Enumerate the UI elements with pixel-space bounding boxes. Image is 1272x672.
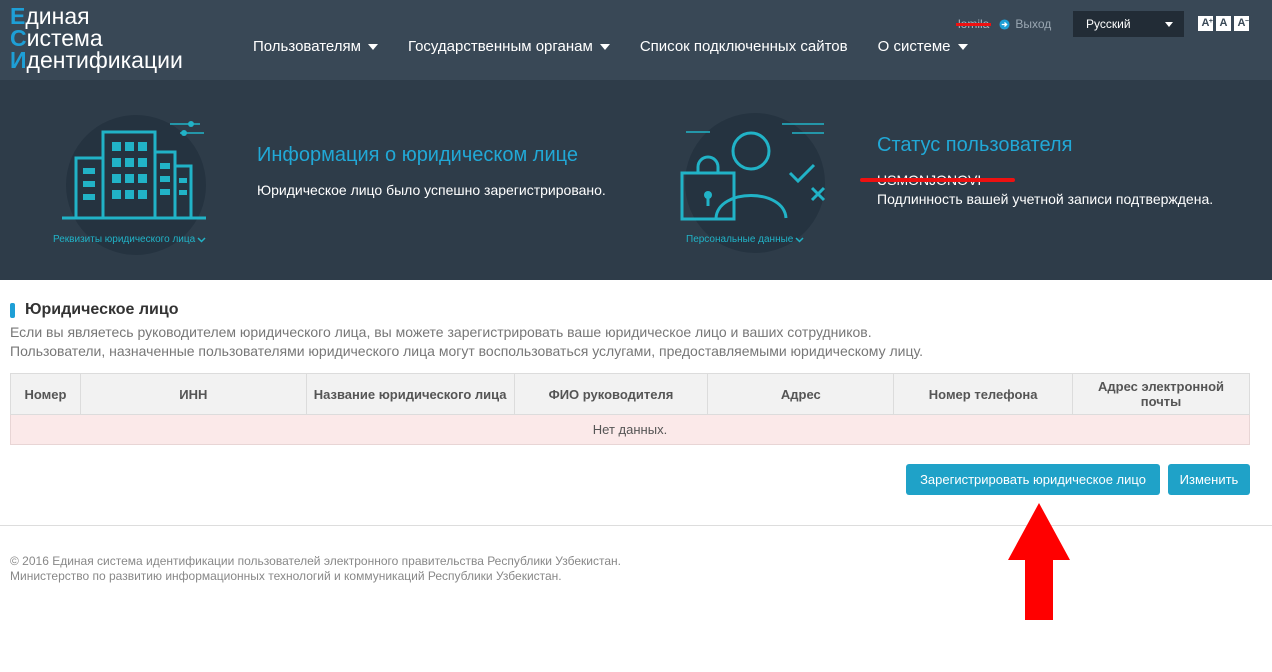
section-description: Пользователи, назначенные пользователями… [10, 343, 923, 359]
caret-down-icon [367, 44, 378, 50]
nav-item-users[interactable]: Пользователям [253, 38, 378, 55]
legal-details-label: Реквизиты юридического лица [53, 234, 196, 245]
caret-down-icon [1165, 22, 1173, 27]
column-header[interactable]: Номер [10, 373, 81, 415]
column-header[interactable]: Адрес электронной почты [1072, 373, 1250, 415]
building-icon [62, 121, 206, 220]
logout-label: Выход [1015, 17, 1052, 31]
font-button-sup: − [1244, 18, 1249, 25]
user-status-title: Статус пользователя [877, 134, 1073, 156]
column-header[interactable]: ИНН [79, 373, 307, 415]
font-button-label: A [1219, 17, 1228, 29]
table-row: Нет данных. [10, 414, 1250, 445]
column-header[interactable]: Номер телефона [893, 373, 1074, 415]
section-title: Юридическое лицо [25, 301, 179, 318]
register-legal-entity-button[interactable]: Зарегистрировать юридическое лицо [906, 464, 1160, 495]
footer-ministry: Министерство по развитию информационных … [10, 569, 562, 583]
nav-item-government[interactable]: Государственным органам [408, 38, 610, 55]
legal-info-text: Юридическое лицо было успешно зарегистри… [257, 182, 606, 198]
footer-copyright: © 2016 Единая система идентификации поль… [10, 554, 621, 568]
nav-item-label: О системе [877, 38, 951, 55]
annotation-arrow-icon [1008, 503, 1070, 620]
site-logo[interactable]: Единая Система Идентификации [10, 5, 183, 73]
empty-table-message: Нет данных. [10, 414, 1250, 445]
footer-divider [0, 525, 1272, 526]
person-verified-icon [680, 123, 826, 221]
legal-details-toggle[interactable]: Реквизиты юридического лица [53, 234, 206, 245]
nav-item-label: Государственным органам [407, 38, 593, 55]
username-link[interactable]: lomila [956, 17, 992, 31]
font-size-controls: A + A A − [1198, 16, 1249, 31]
column-header[interactable]: Название юридического лица [305, 373, 515, 415]
nav-item-connected-sites[interactable]: Список подключенных сайтов [640, 38, 848, 55]
legal-info-title: Информация о юридическом лице [257, 144, 578, 166]
font-button-sup: + [1208, 18, 1213, 25]
column-header[interactable]: Адрес [707, 373, 895, 415]
language-selected: Русский [1086, 17, 1131, 31]
font-increase-button[interactable]: A + [1198, 16, 1213, 31]
logo-letter: И [10, 47, 27, 73]
section-description: Если вы являетесь руководителем юридичес… [10, 324, 872, 340]
section-header: Юридическое лицо [10, 301, 179, 319]
legal-entities-table: Номер ИНН Название юридического лица ФИО… [10, 373, 1250, 445]
nav-item-label: Пользователям [253, 38, 361, 55]
chevron-down-icon [795, 236, 804, 243]
redaction-strike [956, 23, 992, 26]
logo-text: дентификации [26, 47, 183, 73]
font-normal-button[interactable]: A [1216, 16, 1231, 31]
user-area: lomila Выход [956, 16, 1051, 32]
redaction-strike [860, 178, 1015, 182]
column-header[interactable]: ФИО руководителя [513, 373, 709, 415]
nav-item-about[interactable]: О системе [878, 38, 968, 55]
nav-item-label: Список подключенных сайтов [639, 38, 848, 55]
logout-link[interactable]: Выход [999, 17, 1051, 31]
personal-data-toggle[interactable]: Персональные данные [686, 234, 804, 245]
font-decrease-button[interactable]: A − [1234, 16, 1249, 31]
caret-down-icon [599, 44, 610, 50]
main-nav: Пользователям Государственным органам Сп… [253, 38, 998, 55]
user-status-text: Подлинность вашей учетной записи подтвер… [877, 191, 1214, 207]
section-marker [10, 302, 15, 318]
table-header-row: Номер ИНН Название юридического лица ФИО… [10, 373, 1250, 415]
edit-button[interactable]: Изменить [1168, 464, 1250, 495]
logout-icon [999, 18, 1010, 30]
top-navbar: Единая Система Идентификации Пользовател… [0, 0, 1272, 80]
caret-down-icon [957, 44, 968, 50]
personal-data-label: Персональные данные [686, 234, 794, 245]
chevron-down-icon [197, 236, 206, 243]
language-select[interactable]: Русский [1073, 11, 1184, 37]
